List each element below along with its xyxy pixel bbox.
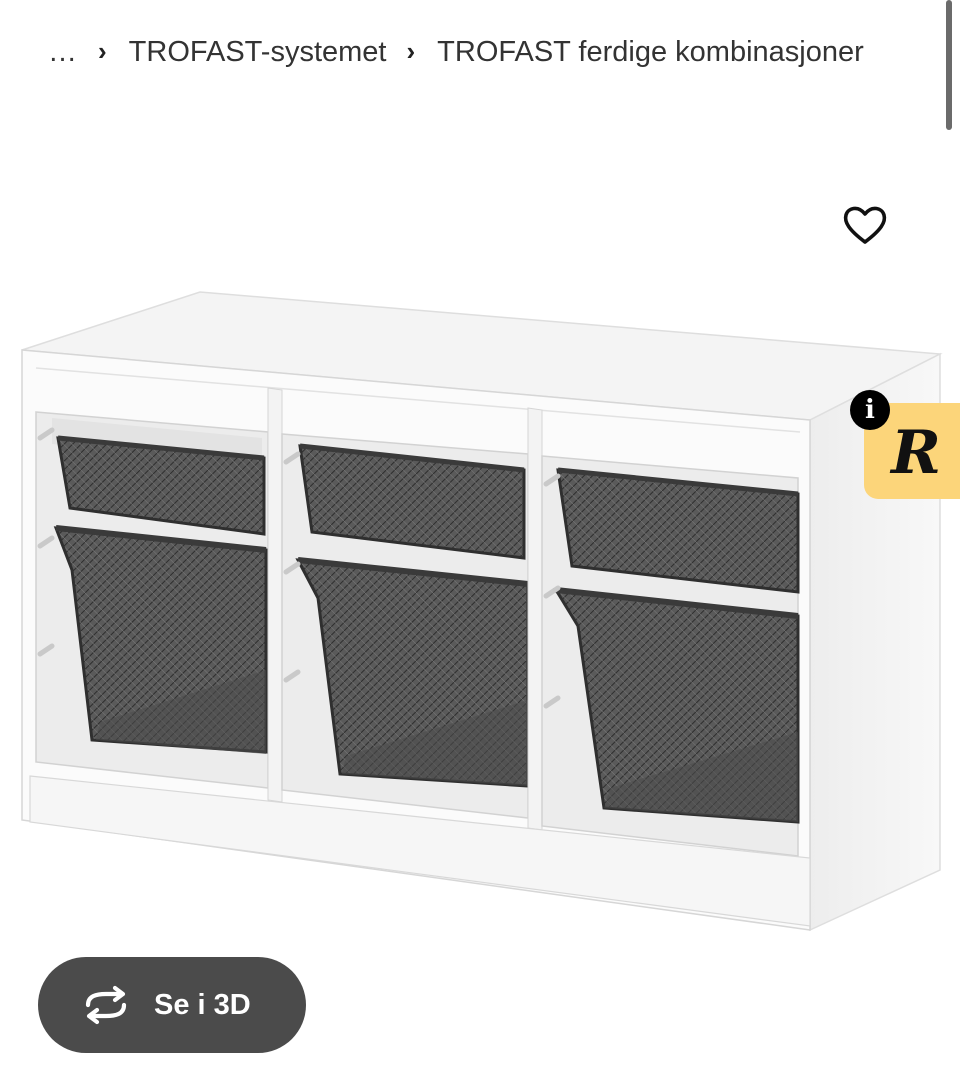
rotate-3d-icon [85, 985, 127, 1025]
breadcrumb-item-trofast-system[interactable]: TROFAST-systemet [129, 36, 387, 69]
product-image[interactable] [0, 270, 960, 960]
breadcrumb: … › TROFAST-systemet › TROFAST ferdige k… [48, 30, 864, 74]
heart-outline-icon [843, 206, 887, 244]
breadcrumb-separator-icon: › [406, 35, 416, 66]
compartment-right [541, 455, 800, 857]
breadcrumb-item-ready-combinations[interactable]: TROFAST ferdige kombinasjoner [437, 36, 864, 69]
extension-r-letter: R [891, 418, 941, 488]
breadcrumb-separator-icon: › [98, 35, 107, 66]
wishlist-button[interactable] [840, 200, 890, 250]
info-icon[interactable]: i [850, 390, 890, 430]
breadcrumb-ellipsis[interactable]: … [48, 36, 78, 69]
view-in-3d-label: Se i 3D [154, 988, 251, 1021]
scrollbar[interactable] [946, 0, 952, 130]
compartment-left [35, 411, 269, 789]
view-in-3d-button[interactable]: Se i 3D [38, 957, 306, 1053]
compartment-middle [281, 433, 530, 819]
